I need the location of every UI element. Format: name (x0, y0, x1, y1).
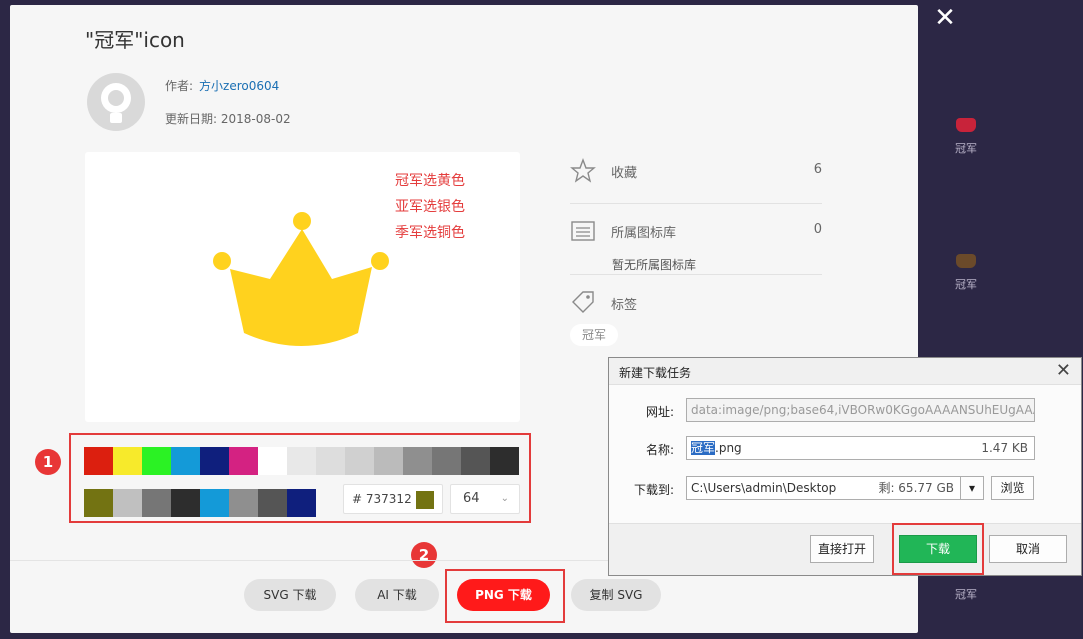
color-swatch[interactable] (113, 489, 142, 517)
tag-icon (572, 291, 594, 313)
color-swatch[interactable] (229, 489, 258, 517)
color-swatch-row-2 (84, 489, 316, 517)
star-icon (570, 158, 596, 183)
icon-preview: 冠军选黄色 亚军选银色 季军选铜色 (85, 152, 520, 422)
png-download-button[interactable]: PNG 下载 (457, 579, 550, 611)
author-line: 作者: 方小zero0604 (165, 77, 279, 94)
color-swatch[interactable] (200, 447, 229, 475)
download-highlight-box (892, 523, 984, 575)
hex-value: 737312 (365, 492, 412, 506)
tags-label: 标签 (611, 298, 638, 313)
color-swatch[interactable] (432, 447, 461, 475)
crown-icon (956, 254, 976, 268)
library-icon (571, 221, 595, 241)
color-swatch[interactable] (287, 447, 316, 475)
close-icon[interactable]: ✕ (1056, 360, 1071, 381)
dialog-title: 新建下载任务 (619, 366, 692, 380)
color-swatch[interactable] (258, 447, 287, 475)
filename-selected-text: 冠军 (691, 441, 716, 455)
sidebar-item-label: 冠军 (955, 142, 977, 155)
color-swatch[interactable] (316, 447, 345, 475)
url-label: 网址: (645, 405, 674, 419)
library-note: 暂无所属图标库 (612, 258, 697, 272)
author-label: 作者: (165, 79, 194, 93)
color-swatch[interactable] (374, 447, 403, 475)
color-swatch[interactable] (461, 447, 490, 475)
copy-svg-button[interactable]: 复制 SVG (571, 579, 661, 611)
sidebar-item-champion-1[interactable]: 冠军 (942, 118, 990, 156)
svg-download-button[interactable]: SVG 下载 (244, 579, 336, 611)
size-value: 64 (463, 491, 480, 506)
browse-button[interactable]: 浏览 (991, 476, 1034, 500)
color-swatch[interactable] (403, 447, 432, 475)
crown-icon (213, 212, 389, 346)
library-label: 所属图标库 (611, 226, 677, 241)
author-link[interactable]: 方小zero0604 (199, 79, 279, 93)
save-path: C:\Users\admin\Desktop (691, 481, 837, 495)
chevron-down-icon: ⌄ (500, 493, 509, 504)
preview-note: 冠军选黄色 (395, 173, 465, 189)
color-swatch[interactable] (84, 447, 113, 475)
dialog-body: 网址: data:image/png;base64,iVBORw0KGgoAAA… (609, 384, 1081, 524)
name-label: 名称: (645, 443, 674, 457)
free-space: 剩: 65.77 GB (878, 481, 954, 495)
date-label: 更新日期: (165, 112, 218, 126)
preview-note: 亚军选银色 (395, 199, 465, 215)
color-swatch[interactable] (171, 447, 200, 475)
filename-field[interactable]: 冠军.png 1.47 KB (686, 436, 1035, 460)
divider (570, 203, 822, 204)
save-to-label: 下载到: (633, 483, 674, 497)
avatar[interactable] (87, 73, 145, 131)
current-color-swatch (416, 491, 434, 509)
hex-color-input[interactable]: # 737312 (343, 484, 443, 514)
color-swatch[interactable] (345, 447, 374, 475)
color-swatch[interactable] (258, 489, 287, 517)
color-swatch[interactable] (490, 447, 519, 475)
date-value: 2018-08-02 (220, 112, 291, 126)
library-count: 0 (813, 222, 822, 237)
favorite-count: 6 (813, 162, 822, 177)
sidebar-item-label: 冠军 (955, 278, 977, 291)
preview-note: 季军选铜色 (395, 225, 465, 241)
path-dropdown-button[interactable]: ▾ (960, 476, 984, 500)
color-swatch[interactable] (142, 447, 171, 475)
annotation-badge-1: 1 (35, 449, 61, 475)
chevron-down-icon: ▾ (968, 481, 976, 495)
filename-extension: .png (715, 441, 742, 455)
tag-chip[interactable]: 冠军 (570, 324, 619, 346)
avatar-core (108, 90, 124, 106)
divider (570, 274, 822, 275)
file-size: 1.47 KB (981, 441, 1028, 455)
save-path-field[interactable]: C:\Users\admin\Desktop 剩: 65.77 GB (686, 476, 961, 500)
color-swatch[interactable] (171, 489, 200, 517)
hex-prefix: # (352, 492, 363, 506)
crown-icon (956, 118, 976, 132)
annotation-badge-2: 2 (411, 542, 437, 568)
color-swatch[interactable] (287, 489, 316, 517)
url-field[interactable]: data:image/png;base64,iVBORw0KGgoAAAANSU… (686, 398, 1035, 422)
sidebar-item-label: 冠军 (955, 588, 977, 601)
update-date-line: 更新日期: 2018-08-02 (165, 110, 291, 127)
download-dialog: 新建下载任务 ✕ 网址: data:image/png;base64,iVBOR… (608, 357, 1082, 576)
sidebar-item-champion-2[interactable]: 冠军 (942, 254, 990, 292)
cancel-button[interactable]: 取消 (989, 535, 1067, 563)
color-swatch[interactable] (142, 489, 171, 517)
avatar-neck (110, 113, 122, 123)
close-modal-button[interactable]: ✕ (932, 5, 958, 32)
open-direct-button[interactable]: 直接打开 (810, 535, 874, 563)
color-swatch[interactable] (113, 447, 142, 475)
size-select[interactable]: 64 ⌄ (450, 484, 520, 514)
color-swatch-row-1 (84, 447, 519, 475)
color-swatch[interactable] (84, 489, 113, 517)
ai-download-button[interactable]: AI 下载 (355, 579, 439, 611)
color-swatch[interactable] (229, 447, 258, 475)
favorite-label: 收藏 (611, 166, 638, 181)
page-title: "冠军"icon (85, 28, 185, 52)
color-swatch[interactable] (200, 489, 229, 517)
